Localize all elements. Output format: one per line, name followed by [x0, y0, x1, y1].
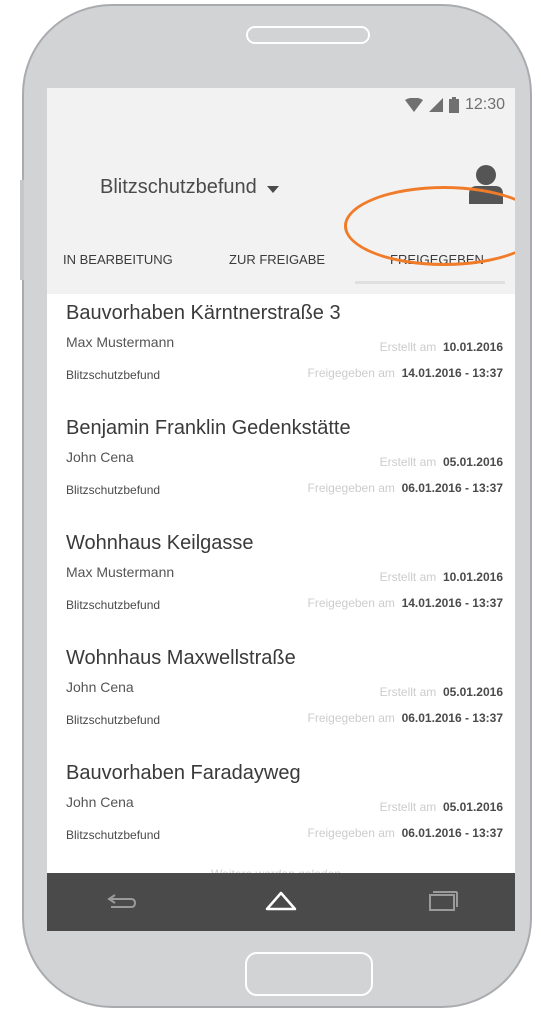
- item-author: Max Mustermann: [66, 334, 175, 350]
- navigation-bar: [47, 873, 515, 931]
- item-author: John Cena: [66, 449, 134, 465]
- active-tab-indicator: [355, 281, 505, 284]
- list-item[interactable]: Bauvorhaben Kärntnerstraße 3 Max Musterm…: [47, 294, 515, 409]
- list-item[interactable]: Wohnhaus Keilgasse Max Mustermann Erstel…: [47, 524, 515, 639]
- item-type: Blitzschutzbefund: [66, 368, 161, 382]
- title-dropdown[interactable]: Blitzschutzbefund: [100, 176, 279, 199]
- speaker-grille: [246, 26, 370, 44]
- item-title: Benjamin Franklin Gedenkstätte: [66, 417, 351, 439]
- item-released: Freigegeben am 06.01.2016 - 13:37: [307, 826, 503, 840]
- item-author: John Cena: [66, 794, 134, 810]
- battery-icon: [448, 97, 459, 113]
- status-bar: 12:30: [47, 88, 515, 124]
- wifi-icon: [404, 98, 423, 112]
- item-released: Freigegeben am 14.01.2016 - 13:37: [307, 366, 503, 380]
- chevron-down-icon: [266, 185, 279, 193]
- item-type: Blitzschutzbefund: [66, 713, 161, 727]
- item-released: Freigegeben am 06.01.2016 - 13:37: [307, 711, 503, 725]
- app-title: Blitzschutzbefund: [100, 176, 257, 198]
- item-released: Freigegeben am 06.01.2016 - 13:37: [307, 481, 503, 495]
- status-time: 12:30: [464, 96, 505, 113]
- status-icons: 12:30: [404, 94, 505, 116]
- item-title: Bauvorhaben Kärntnerstraße 3: [66, 302, 341, 324]
- item-created: Erstellt am 05.01.2016: [379, 455, 503, 469]
- item-type: Blitzschutzbefund: [66, 828, 161, 842]
- back-icon[interactable]: [101, 885, 141, 917]
- item-released: Freigegeben am 14.01.2016 - 13:37: [307, 596, 503, 610]
- item-created: Erstellt am 10.01.2016: [379, 340, 503, 354]
- item-type: Blitzschutzbefund: [66, 483, 161, 497]
- home-icon[interactable]: [261, 885, 301, 917]
- item-author: John Cena: [66, 679, 134, 695]
- item-title: Wohnhaus Keilgasse: [66, 532, 254, 554]
- list-item[interactable]: Benjamin Franklin Gedenkstätte John Cena…: [47, 409, 515, 524]
- hardware-home-button[interactable]: [245, 952, 373, 996]
- item-type: Blitzschutzbefund: [66, 598, 161, 612]
- item-title: Bauvorhaben Faradayweg: [66, 762, 301, 784]
- item-created: Erstellt am 10.01.2016: [379, 570, 503, 584]
- tab-in-bearbeitung[interactable]: IN BEARBEITUNG: [63, 252, 173, 267]
- report-list: Bauvorhaben Kärntnerstraße 3 Max Musterm…: [47, 294, 515, 859]
- side-button: [20, 180, 24, 280]
- item-title: Wohnhaus Maxwellstraße: [66, 647, 296, 669]
- item-created: Erstellt am 05.01.2016: [379, 800, 503, 814]
- tab-zur-freigabe[interactable]: ZUR FREIGABE: [229, 252, 325, 267]
- recents-icon[interactable]: [421, 885, 461, 917]
- item-author: Max Mustermann: [66, 564, 175, 580]
- list-item[interactable]: Bauvorhaben Faradayweg John Cena Erstell…: [47, 754, 515, 869]
- list-item[interactable]: Wohnhaus Maxwellstraße John Cena Erstell…: [47, 639, 515, 754]
- signal-icon: [428, 98, 443, 112]
- item-created: Erstellt am 05.01.2016: [379, 685, 503, 699]
- screen: 12:30 Blitzschutzbefund IN BEARBEITUNG Z…: [47, 88, 515, 931]
